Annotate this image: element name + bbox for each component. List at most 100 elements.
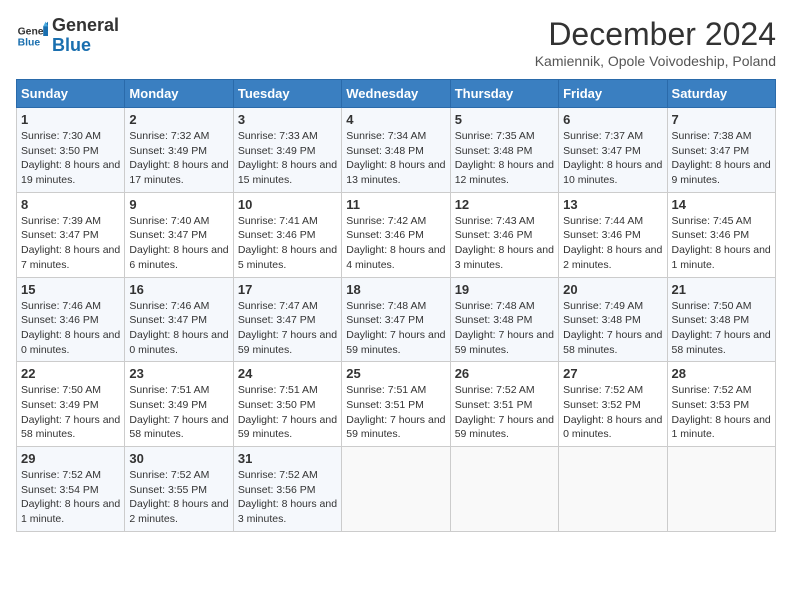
day-info: Sunrise: 7:35 AM Sunset: 3:48 PM Dayligh… (455, 129, 554, 188)
calendar-cell: 12 Sunrise: 7:43 AM Sunset: 3:46 PM Dayli… (450, 192, 558, 277)
day-info: Sunrise: 7:49 AM Sunset: 3:48 PM Dayligh… (563, 299, 662, 358)
calendar-cell: 1 Sunrise: 7:30 AM Sunset: 3:50 PM Daylig… (17, 108, 125, 193)
calendar-cell: 27 Sunrise: 7:52 AM Sunset: 3:52 PM Dayli… (559, 362, 667, 447)
calendar-cell: 4Sunrise: 7:34 AM Sunset: 3:48 PM Daylig… (342, 108, 450, 193)
day-number: 20 (563, 282, 662, 297)
calendar-week-row: 8 Sunrise: 7:39 AM Sunset: 3:47 PM Daylig… (17, 192, 776, 277)
calendar-col-friday: Friday (559, 80, 667, 108)
calendar-cell: 19Sunrise: 7:48 AM Sunset: 3:48 PM Dayli… (450, 277, 558, 362)
day-info: Sunrise: 7:38 AM Sunset: 3:47 PM Dayligh… (672, 129, 771, 188)
calendar-cell: 26Sunrise: 7:52 AM Sunset: 3:51 PM Dayli… (450, 362, 558, 447)
day-number: 29 (21, 451, 120, 466)
day-number: 11 (346, 197, 445, 212)
calendar-cell: 7 Sunrise: 7:38 AM Sunset: 3:47 PM Daylig… (667, 108, 775, 193)
calendar-cell: 11 Sunrise: 7:42 AM Sunset: 3:46 PM Dayli… (342, 192, 450, 277)
location-subtitle: Kamiennik, Opole Voivodeship, Poland (535, 53, 776, 69)
calendar-col-sunday: Sunday (17, 80, 125, 108)
calendar-cell: 2Sunrise: 7:32 AM Sunset: 3:49 PM Daylig… (125, 108, 233, 193)
calendar-cell: 20 Sunrise: 7:49 AM Sunset: 3:48 PM Dayli… (559, 277, 667, 362)
calendar-header-row: SundayMondayTuesdayWednesdayThursdayFrid… (17, 80, 776, 108)
calendar-cell: 8 Sunrise: 7:39 AM Sunset: 3:47 PM Daylig… (17, 192, 125, 277)
day-info: Sunrise: 7:43 AM Sunset: 3:46 PM Dayligh… (455, 214, 554, 273)
day-info: Sunrise: 7:41 AM Sunset: 3:46 PM Dayligh… (238, 214, 337, 273)
calendar-cell: 10 Sunrise: 7:41 AM Sunset: 3:46 PM Dayli… (233, 192, 341, 277)
calendar-week-row: 1 Sunrise: 7:30 AM Sunset: 3:50 PM Daylig… (17, 108, 776, 193)
day-number: 8 (21, 197, 120, 212)
day-info: Sunrise: 7:44 AM Sunset: 3:46 PM Dayligh… (563, 214, 662, 273)
day-info: Sunrise: 7:51 AM Sunset: 3:51 PM Dayligh… (346, 383, 445, 442)
day-number: 18 (346, 282, 445, 297)
day-number: 3 (238, 112, 337, 127)
day-number: 22 (21, 366, 120, 381)
day-info: Sunrise: 7:45 AM Sunset: 3:46 PM Dayligh… (672, 214, 771, 273)
day-number: 23 (129, 366, 228, 381)
day-info: Sunrise: 7:47 AM Sunset: 3:47 PM Dayligh… (238, 299, 337, 358)
logo-icon: General Blue (16, 20, 48, 52)
calendar-cell: 17Sunrise: 7:47 AM Sunset: 3:47 PM Dayli… (233, 277, 341, 362)
day-info: Sunrise: 7:42 AM Sunset: 3:46 PM Dayligh… (346, 214, 445, 273)
day-info: Sunrise: 7:39 AM Sunset: 3:47 PM Dayligh… (21, 214, 120, 273)
calendar-cell: 23 Sunrise: 7:51 AM Sunset: 3:49 PM Dayli… (125, 362, 233, 447)
day-info: Sunrise: 7:51 AM Sunset: 3:50 PM Dayligh… (238, 383, 337, 442)
day-info: Sunrise: 7:52 AM Sunset: 3:56 PM Dayligh… (238, 468, 337, 527)
calendar-col-wednesday: Wednesday (342, 80, 450, 108)
day-info: Sunrise: 7:34 AM Sunset: 3:48 PM Dayligh… (346, 129, 445, 188)
calendar-cell: 15 Sunrise: 7:46 AM Sunset: 3:46 PM Dayli… (17, 277, 125, 362)
calendar-cell: 21Sunrise: 7:50 AM Sunset: 3:48 PM Dayli… (667, 277, 775, 362)
calendar-cell: 13Sunrise: 7:44 AM Sunset: 3:46 PM Dayli… (559, 192, 667, 277)
day-number: 9 (129, 197, 228, 212)
day-info: Sunrise: 7:52 AM Sunset: 3:53 PM Dayligh… (672, 383, 771, 442)
day-number: 25 (346, 366, 445, 381)
calendar-cell: 28 Sunrise: 7:52 AM Sunset: 3:53 PM Dayli… (667, 362, 775, 447)
calendar-table: SundayMondayTuesdayWednesdayThursdayFrid… (16, 79, 776, 532)
day-number: 1 (21, 112, 120, 127)
day-info: Sunrise: 7:37 AM Sunset: 3:47 PM Dayligh… (563, 129, 662, 188)
calendar-col-saturday: Saturday (667, 80, 775, 108)
day-info: Sunrise: 7:48 AM Sunset: 3:47 PM Dayligh… (346, 299, 445, 358)
day-number: 31 (238, 451, 337, 466)
calendar-week-row: 22 Sunrise: 7:50 AM Sunset: 3:49 PM Dayli… (17, 362, 776, 447)
calendar-cell: 5 Sunrise: 7:35 AM Sunset: 3:48 PM Daylig… (450, 108, 558, 193)
day-info: Sunrise: 7:52 AM Sunset: 3:54 PM Dayligh… (21, 468, 120, 527)
day-number: 14 (672, 197, 771, 212)
day-info: Sunrise: 7:33 AM Sunset: 3:49 PM Dayligh… (238, 129, 337, 188)
day-number: 12 (455, 197, 554, 212)
day-number: 5 (455, 112, 554, 127)
calendar-cell (559, 447, 667, 532)
day-number: 24 (238, 366, 337, 381)
calendar-cell: 6Sunrise: 7:37 AM Sunset: 3:47 PM Daylig… (559, 108, 667, 193)
day-info: Sunrise: 7:50 AM Sunset: 3:48 PM Dayligh… (672, 299, 771, 358)
calendar-cell: 9 Sunrise: 7:40 AM Sunset: 3:47 PM Daylig… (125, 192, 233, 277)
day-info: Sunrise: 7:30 AM Sunset: 3:50 PM Dayligh… (21, 129, 120, 188)
day-info: Sunrise: 7:50 AM Sunset: 3:49 PM Dayligh… (21, 383, 120, 442)
day-info: Sunrise: 7:46 AM Sunset: 3:47 PM Dayligh… (129, 299, 228, 358)
calendar-cell (342, 447, 450, 532)
calendar-week-row: 15 Sunrise: 7:46 AM Sunset: 3:46 PM Dayli… (17, 277, 776, 362)
calendar-cell: 3 Sunrise: 7:33 AM Sunset: 3:49 PM Daylig… (233, 108, 341, 193)
day-number: 7 (672, 112, 771, 127)
calendar-cell: 25 Sunrise: 7:51 AM Sunset: 3:51 PM Dayli… (342, 362, 450, 447)
day-info: Sunrise: 7:51 AM Sunset: 3:49 PM Dayligh… (129, 383, 228, 442)
day-number: 28 (672, 366, 771, 381)
day-number: 26 (455, 366, 554, 381)
day-number: 16 (129, 282, 228, 297)
day-info: Sunrise: 7:52 AM Sunset: 3:52 PM Dayligh… (563, 383, 662, 442)
day-info: Sunrise: 7:46 AM Sunset: 3:46 PM Dayligh… (21, 299, 120, 358)
svg-text:Blue: Blue (18, 37, 41, 48)
calendar-cell: 29 Sunrise: 7:52 AM Sunset: 3:54 PM Dayli… (17, 447, 125, 532)
calendar-cell (667, 447, 775, 532)
calendar-cell: 30 Sunrise: 7:52 AM Sunset: 3:55 PM Dayli… (125, 447, 233, 532)
day-number: 15 (21, 282, 120, 297)
day-number: 27 (563, 366, 662, 381)
day-info: Sunrise: 7:48 AM Sunset: 3:48 PM Dayligh… (455, 299, 554, 358)
page-header: General Blue General Blue December 2024 … (16, 16, 776, 69)
day-info: Sunrise: 7:40 AM Sunset: 3:47 PM Dayligh… (129, 214, 228, 273)
day-number: 30 (129, 451, 228, 466)
logo: General Blue General Blue (16, 16, 119, 56)
calendar-cell: 24 Sunrise: 7:51 AM Sunset: 3:50 PM Dayli… (233, 362, 341, 447)
day-info: Sunrise: 7:52 AM Sunset: 3:55 PM Dayligh… (129, 468, 228, 527)
calendar-cell: 31 Sunrise: 7:52 AM Sunset: 3:56 PM Dayli… (233, 447, 341, 532)
day-number: 10 (238, 197, 337, 212)
calendar-cell (450, 447, 558, 532)
calendar-col-thursday: Thursday (450, 80, 558, 108)
